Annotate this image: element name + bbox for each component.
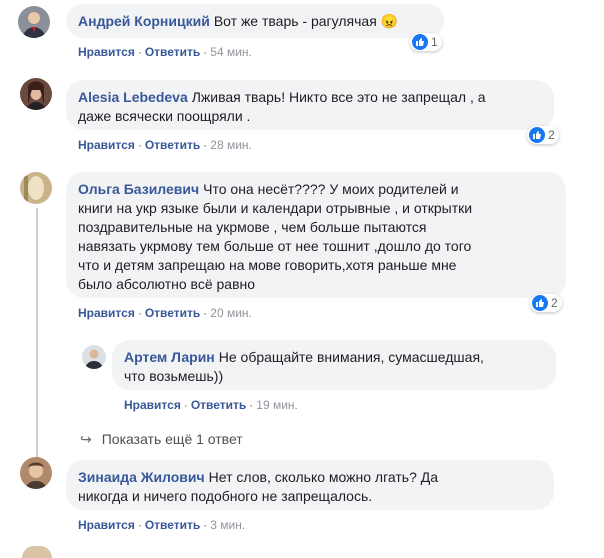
avatar[interactable] [20,172,52,204]
comment-bubble: Alesia Lebedeva Лживая тварь! Никто все э… [66,80,554,130]
like-reaction-icon [532,295,548,311]
comment-author[interactable]: Alesia Lebedeva [78,89,188,105]
timestamp[interactable]: 3 мин. [210,518,245,532]
reaction-count[interactable]: 2 [530,294,562,312]
avatar[interactable] [82,345,106,369]
comment-author[interactable]: Андрей Корницкий [78,13,210,29]
comment-bubble: Андрей Корницкий Вот же тварь - рагулячая… [66,4,444,38]
avatar[interactable] [18,6,50,38]
reply-author[interactable]: Артем Ларин [124,349,215,365]
comment-actions: Нравится · Ответить · 3 мин. [78,518,246,532]
reply-link[interactable]: Ответить [145,138,200,152]
like-reaction-icon [529,127,545,143]
next-avatar-partial [22,546,52,558]
like-reaction-icon [412,34,428,50]
like-link[interactable]: Нравится [78,45,135,59]
reply-actions: Нравится · Ответить · 19 мин. [124,398,298,412]
reply-link[interactable]: Ответить [145,306,200,320]
timestamp[interactable]: 54 мин. [210,45,252,59]
comment-bubble: Зинаида Жилович Нет слов, сколько можно л… [66,460,554,510]
timestamp[interactable]: 19 мин. [256,398,298,412]
avatar[interactable] [20,78,52,110]
comment-bubble: Ольга Базилевич Что она несёт???? У моих … [66,172,566,298]
comment-actions: Нравится · Ответить · 54 мин. [78,45,252,59]
avatar[interactable] [20,457,52,489]
show-more-replies-link[interactable]: ↪ Показать ещё 1 ответ [80,431,243,448]
reaction-count[interactable]: 1 [410,33,442,51]
thread-line [36,208,38,460]
reaction-count[interactable]: 2 [527,126,559,144]
reply-link[interactable]: Ответить [145,518,200,532]
reply-bubble: Артем Ларин Не обращайте внимания, сумасш… [112,340,556,390]
like-link[interactable]: Нравится [124,398,181,412]
reply-link[interactable]: Ответить [145,45,200,59]
comment-author[interactable]: Ольга Базилевич [78,181,199,197]
comment-author[interactable]: Зинаида Жилович [78,469,205,485]
comment-actions: Нравится · Ответить · 20 мин. [78,306,252,320]
comment-text: Что она несёт???? У моих родителей и кни… [78,181,473,292]
timestamp[interactable]: 28 мин. [210,138,252,152]
timestamp[interactable]: 20 мин. [210,306,252,320]
like-link[interactable]: Нравится [78,518,135,532]
comment-text: Вот же тварь - рагулячая 😠 [213,13,399,29]
comment-actions: Нравится · Ответить · 28 мин. [78,138,252,152]
like-link[interactable]: Нравится [78,138,135,152]
like-link[interactable]: Нравится [78,306,135,320]
reply-link[interactable]: Ответить [191,398,246,412]
reply-arrow-icon: ↪ [80,431,92,447]
